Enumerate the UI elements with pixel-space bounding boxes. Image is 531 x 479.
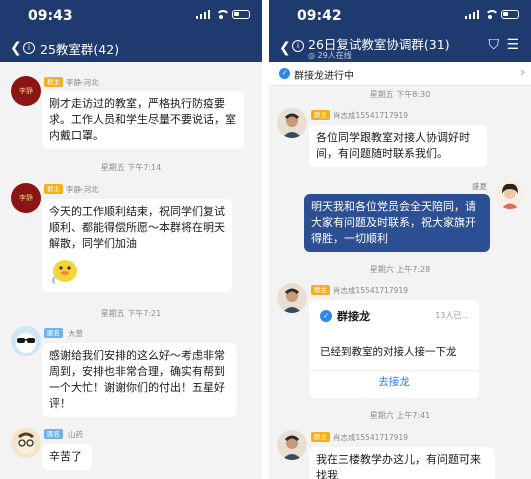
message-bubble[interactable]: 今天的工作顺利结束，祝同学们复试顺利、都能得偿所愿～本群将在明天解散，同学们加油	[42, 199, 232, 292]
timestamp: 星期五 下午8:30	[369, 90, 431, 99]
sender-name: 盛夏	[472, 182, 487, 191]
timestamp: 星期六 上午7:41	[369, 411, 431, 420]
sender-name: 肖志成15541717919	[333, 433, 408, 442]
wifi-icon	[484, 10, 499, 19]
seal-text: 李静	[19, 194, 33, 202]
solitaire-card[interactable]: ✓ 群接龙 13人已... 已经到教室的对接人接一下龙 去接龙	[309, 300, 479, 398]
card-body: 已经到教室的对接人接一下龙	[320, 346, 457, 358]
duck-sticker-icon	[52, 260, 77, 284]
right-chat-screen: 09:42 ❮ i 26日复试教室协调群(31) ◎ 29人在线 ⛉ ☰ ✓ 群…	[269, 0, 531, 479]
check-icon: ✓	[320, 310, 332, 322]
sunglasses-avatar[interactable]	[11, 326, 41, 356]
join-solitaire-button[interactable]: 去接龙	[309, 374, 479, 389]
menu-icon[interactable]: ☰	[506, 37, 519, 53]
owner-badge: 群主	[311, 110, 330, 120]
online-count: ◎ 29人在线	[308, 50, 352, 61]
chat-title: 25教室群(42)	[40, 42, 120, 57]
online-text: 29人在线	[317, 51, 352, 60]
back-icon[interactable]: ❮	[279, 40, 291, 56]
sender-name: 李静-河北	[66, 78, 99, 87]
timestamp: 星期六 上午7:28	[369, 265, 431, 274]
online-dot-icon: ◎	[308, 51, 315, 60]
owner-badge: 群主	[311, 285, 330, 295]
teacher-avatar[interactable]	[277, 430, 307, 460]
sender-name: 山药	[68, 430, 83, 439]
owner-badge: 群主	[44, 184, 63, 194]
sender-name: 李静-河北	[66, 185, 99, 194]
left-chat-screen: 09:43 ❮ i 25教室群(42) 李静 群主 李静-河北 刚才走访过的教室…	[0, 0, 262, 479]
teacher-avatar[interactable]	[277, 108, 307, 138]
wifi-icon	[215, 10, 230, 19]
owner-badge: 群主	[311, 432, 330, 442]
card-count: 13人已...	[435, 311, 469, 320]
anonymous-badge: 匿名	[44, 328, 63, 338]
owner-badge: 群主	[44, 77, 63, 87]
timestamp: 星期五 下午7:21	[100, 309, 162, 318]
self-avatar[interactable]	[495, 179, 525, 209]
signal-icon	[195, 10, 210, 19]
battery-icon	[501, 10, 519, 19]
message-bubble[interactable]: 辛苦了	[42, 444, 92, 470]
chevron-right-icon: ›	[520, 65, 525, 79]
info-icon[interactable]: i	[23, 42, 35, 54]
status-icons	[464, 10, 519, 19]
announcement-text: 群接龙进行中	[294, 71, 354, 82]
check-icon: ✓	[279, 68, 290, 79]
status-time: 09:42	[297, 8, 342, 24]
message-bubble[interactable]: 刚才走访过的教室，严格执行防疫要求。工作人员和学生尽量不要说话，室内戴口罩。	[42, 91, 244, 149]
left-header: 09:43 ❮ i 25教室群(42)	[0, 0, 262, 62]
battery-icon	[232, 10, 250, 19]
message-bubble[interactable]: 感谢给我们安排的这么好～考虑非常周到，安排也非常合理，确实有帮到一个大忙！谢谢你…	[42, 343, 237, 417]
message-bubble[interactable]: 各位同学跟教室对接人协调好时间，有问题随时联系我们。	[309, 125, 487, 167]
seal-avatar[interactable]: 李静	[11, 183, 41, 213]
seal-text: 李静	[19, 87, 33, 95]
sender-name: 大葱	[68, 329, 83, 338]
seal-avatar[interactable]: 李静	[11, 76, 41, 106]
sender-name: 肖志成15541717919	[333, 286, 408, 295]
divider	[309, 370, 479, 371]
glasses-avatar[interactable]	[11, 428, 41, 458]
status-icons	[195, 10, 250, 19]
signal-icon	[464, 10, 479, 19]
my-message-bubble[interactable]: 明天我和各位党员会全天陪同，请大家有问题及时联系，祝大家旗开得胜，一切顺利	[304, 194, 490, 252]
card-title: 群接龙	[337, 310, 370, 323]
info-icon[interactable]: i	[292, 40, 304, 52]
anonymous-badge: 匿名	[44, 429, 63, 439]
announcement-bar[interactable]: ✓ 群接龙进行中 ›	[269, 62, 531, 86]
timestamp: 星期五 下午7:14	[100, 163, 162, 172]
message-bubble[interactable]: 我在三楼教学办这儿，有问题可来找我	[309, 447, 495, 479]
right-header: 09:42 ❮ i 26日复试教室协调群(31) ◎ 29人在线 ⛉ ☰	[269, 0, 531, 62]
message-text: 今天的工作顺利结束，祝同学们复试顺利、都能得偿所愿～本群将在明天解散，同学们加油	[49, 205, 225, 250]
sender-name: 肖志成15541717919	[333, 111, 408, 120]
status-time: 09:43	[28, 8, 73, 24]
back-icon[interactable]: ❮	[10, 40, 22, 56]
teacher-avatar[interactable]	[277, 283, 307, 313]
tag-icon[interactable]: ⛉	[489, 37, 500, 53]
